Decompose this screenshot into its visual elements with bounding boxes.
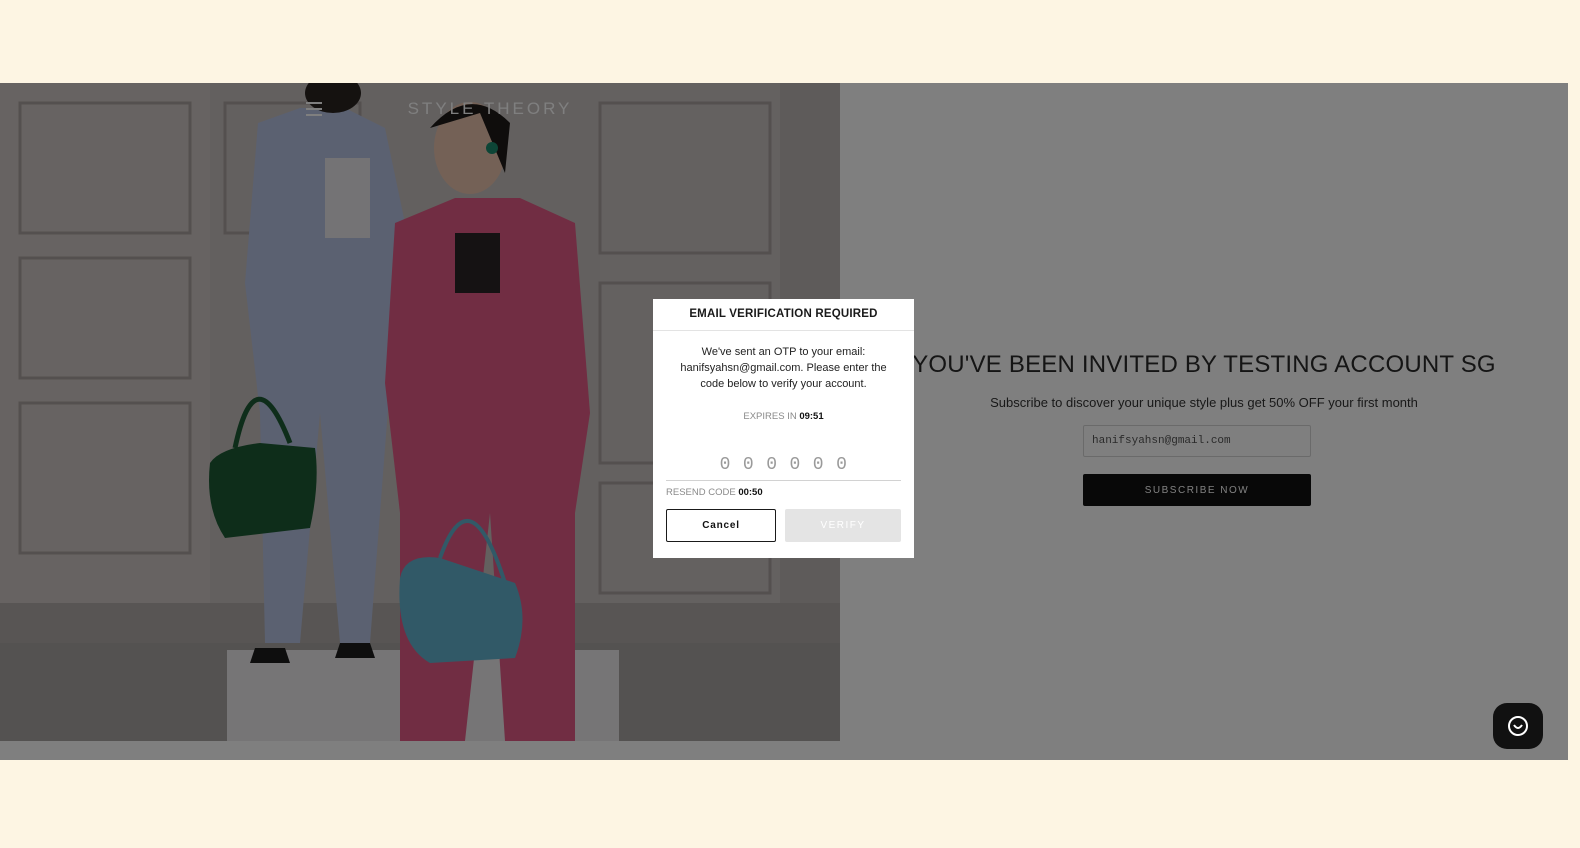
resend-countdown: 00:50	[738, 487, 763, 498]
resend-code: RESEND CODE 00:50	[666, 487, 763, 498]
email-verification-modal: EMAIL VERIFICATION REQUIRED We've sent a…	[653, 299, 914, 558]
otp-input[interactable]: 000000	[666, 451, 901, 481]
resend-label: RESEND CODE	[666, 487, 736, 498]
expires-label: EXPIRES IN	[743, 411, 797, 422]
modal-message: We've sent an OTP to your email: hanifsy…	[680, 346, 887, 390]
expires-time: 09:51	[799, 411, 824, 422]
otp-placeholder: 000000	[719, 455, 860, 475]
chat-button[interactable]	[1493, 703, 1543, 749]
modal-title: EMAIL VERIFICATION REQUIRED	[653, 299, 914, 331]
cancel-button[interactable]: Cancel	[666, 509, 776, 542]
chat-icon	[1508, 716, 1528, 736]
app-viewport: STYLE THEORY YOU'VE BEEN INVITED BY TEST…	[0, 83, 1568, 760]
verify-button[interactable]: VERIFY	[785, 509, 901, 542]
expires-countdown: EXPIRES IN 09:51	[653, 411, 914, 422]
